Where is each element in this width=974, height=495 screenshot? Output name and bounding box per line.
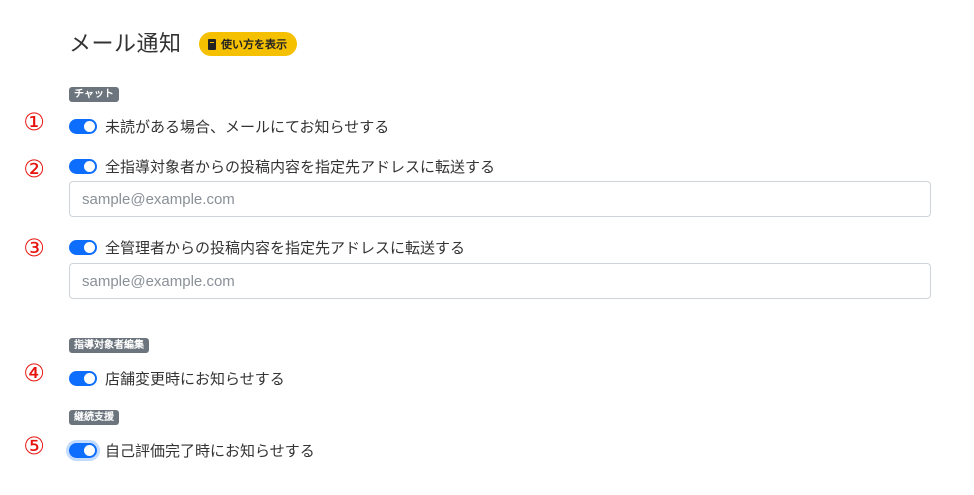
setting-label: 未読がある場合、メールにてお知らせする (105, 118, 390, 136)
setting-forward-trainees[interactable]: 全指導対象者からの投稿内容を指定先アドレスに転送する (69, 156, 495, 177)
setting-self-eval-notify[interactable]: 自己評価完了時にお知らせする (69, 440, 315, 461)
marker-5: ⑤ (23, 432, 45, 460)
setting-forward-admins[interactable]: 全管理者からの投稿内容を指定先アドレスに転送する (69, 237, 465, 258)
forward-trainees-email-input[interactable] (69, 181, 931, 217)
section-badge-trainee-edit: 指導対象者編集 (69, 338, 149, 353)
setting-store-change-notify[interactable]: 店舗変更時にお知らせする (69, 368, 285, 389)
toggle-switch[interactable] (69, 371, 97, 386)
toggle-switch[interactable] (69, 119, 97, 134)
help-button[interactable]: 使い方を表示 (199, 32, 297, 56)
forward-admins-email-input[interactable] (69, 263, 931, 299)
page-title: メール通知 (69, 32, 182, 57)
toggle-switch[interactable] (69, 240, 97, 255)
setting-unread-notify[interactable]: 未読がある場合、メールにてお知らせする (69, 116, 389, 137)
help-button-label: 使い方を表示 (221, 38, 287, 51)
book-icon (208, 38, 216, 50)
marker-3: ③ (23, 234, 45, 262)
toggle-switch[interactable] (69, 443, 97, 458)
setting-label: 全管理者からの投稿内容を指定先アドレスに転送する (105, 239, 466, 257)
marker-4: ④ (23, 359, 45, 387)
setting-label: 全指導対象者からの投稿内容を指定先アドレスに転送する (105, 158, 496, 176)
section-badge-continued-support: 継続支援 (69, 410, 119, 425)
marker-2: ② (23, 155, 45, 183)
marker-1: ① (23, 108, 45, 136)
setting-label: 自己評価完了時にお知らせする (105, 442, 315, 460)
setting-label: 店舗変更時にお知らせする (105, 370, 285, 388)
section-badge-chat: チャット (69, 87, 119, 102)
toggle-switch[interactable] (69, 159, 97, 174)
